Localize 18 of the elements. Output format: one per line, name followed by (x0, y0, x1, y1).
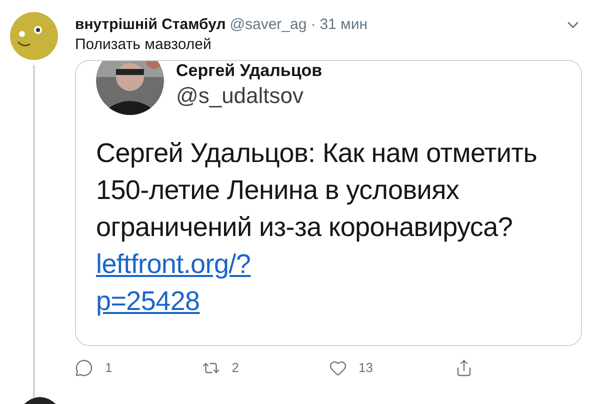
user-handle[interactable]: @saver_ag (230, 15, 307, 35)
action-count: 1 (105, 359, 112, 377)
link[interactable]: p=25428 (96, 286, 200, 316)
embedded-text: Сергей Удальцов: Как нам отметить 150-летие Ленина в условиях ограничений из-за коронавируса? leftfront.org/? p=25428 (96, 137, 538, 318)
avatar[interactable] (22, 396, 58, 404)
heart-icon[interactable] (328, 358, 346, 377)
timestamp[interactable]: 31 мин (320, 15, 368, 35)
action-count: 13 (358, 359, 373, 377)
embedded-handle: @s_udaltsov (176, 83, 305, 109)
display-name[interactable]: внутрішній Стамбул (75, 15, 226, 35)
tweet-text: Полизать мавзолей (75, 35, 212, 55)
embedded-name: Сергей Удальцов (176, 62, 322, 80)
embedded-image[interactable]: Сергей Удальцов @s_udaltsov Сергей Удальцов: Как нам отметить 150-летие Ленина в условиях ограничений из-за коронавируса? leftfront.org/? p=25428 (75, 60, 582, 346)
separator-dot: · (310, 15, 316, 35)
share-icon[interactable] (455, 358, 474, 377)
action-count: 2 (232, 359, 239, 377)
link[interactable]: leftfront.org/? (96, 249, 251, 279)
reply-icon[interactable] (75, 358, 93, 377)
